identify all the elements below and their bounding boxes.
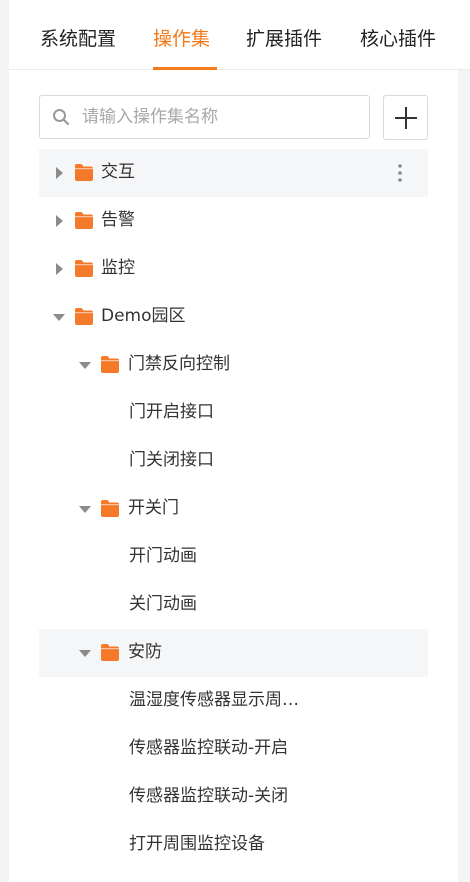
tree-node-label: 门禁反向控制 <box>128 354 230 374</box>
tree-node-label: 安防 <box>128 642 162 662</box>
more-vertical-icon[interactable] <box>392 161 408 185</box>
caret-right-icon[interactable] <box>52 214 66 228</box>
tree-node-label: 打开周围监控设备 <box>129 834 265 854</box>
left-edge-rail <box>0 0 9 882</box>
tree-item-row[interactable]: 开门动画 <box>39 533 428 581</box>
folder-icon <box>75 308 93 325</box>
tree-item-row[interactable]: 关门动画 <box>39 581 428 629</box>
folder-icon <box>101 644 119 661</box>
tree-node-label: 传感器监控联动-关闭 <box>129 786 289 806</box>
tree-node-label: 监控 <box>101 258 135 278</box>
folder-icon <box>75 164 93 181</box>
search-icon <box>53 109 70 126</box>
tree-item-row[interactable]: 打开周围监控设备 <box>39 821 428 869</box>
tab-operation-set[interactable]: 操作集 <box>153 25 210 53</box>
folder-icon <box>101 500 119 517</box>
tree-node-label: 开门动画 <box>129 546 197 566</box>
tab-core-plugins[interactable]: 核心插件 <box>360 25 436 53</box>
search-input[interactable] <box>82 104 362 130</box>
caret-down-icon[interactable] <box>78 646 92 660</box>
tab-bar: 系统配置 操作集 扩展插件 核心插件 <box>9 0 470 70</box>
tree-item-row[interactable]: 门开启接口 <box>39 389 428 437</box>
tree-folder-row[interactable]: 交互 <box>39 149 428 197</box>
tree-item-row[interactable]: 传感器监控联动-开启 <box>39 725 428 773</box>
tab-extension-plugins[interactable]: 扩展插件 <box>246 25 322 53</box>
plus-icon <box>395 107 417 129</box>
caret-down-icon[interactable] <box>52 310 66 324</box>
tree-node-label: 门关闭接口 <box>129 450 214 470</box>
tree-node-label: 开关门 <box>128 498 179 518</box>
folder-icon <box>75 260 93 277</box>
tree-item-row[interactable]: 门关闭接口 <box>39 437 428 485</box>
tree-node-label: Demo园区 <box>101 306 186 326</box>
tree-folder-row[interactable]: 开关门 <box>39 485 428 533</box>
right-edge-rail <box>458 70 470 882</box>
caret-down-icon[interactable] <box>78 502 92 516</box>
tree-node-label: 传感器监控联动-开启 <box>129 738 289 758</box>
tree-node-label: 门开启接口 <box>129 402 214 422</box>
tree-folder-row[interactable]: 告警 <box>39 197 428 245</box>
tree-folder-row[interactable]: 安防 <box>39 629 428 677</box>
tab-system-config[interactable]: 系统配置 <box>40 25 116 53</box>
tree-node-label: 关门动画 <box>129 594 197 614</box>
tree-folder-row[interactable]: Demo园区 <box>39 293 428 341</box>
operation-set-panel: 系统配置 操作集 扩展插件 核心插件 交互告警监控 Demo园区门禁反向控制门开启… <box>0 0 470 882</box>
caret-right-icon[interactable] <box>52 262 66 276</box>
caret-down-icon[interactable] <box>78 358 92 372</box>
tree-node-label: 交互 <box>101 162 135 182</box>
tree-folder-row[interactable]: 监控 <box>39 245 428 293</box>
tree-item-row[interactable]: 温湿度传感器显示周… <box>39 677 428 725</box>
add-operation-set-button[interactable] <box>383 95 428 140</box>
tree-node-label: 温湿度传感器显示周… <box>129 690 299 710</box>
tree-node-label: 告警 <box>101 210 135 230</box>
folder-icon <box>101 356 119 373</box>
tree-item-row[interactable]: 传感器监控联动-关闭 <box>39 773 428 821</box>
active-tab-indicator <box>153 67 217 70</box>
search-box <box>39 95 370 139</box>
folder-icon <box>75 212 93 229</box>
tree-folder-row[interactable]: 门禁反向控制 <box>39 341 428 389</box>
caret-right-icon[interactable] <box>52 166 66 180</box>
